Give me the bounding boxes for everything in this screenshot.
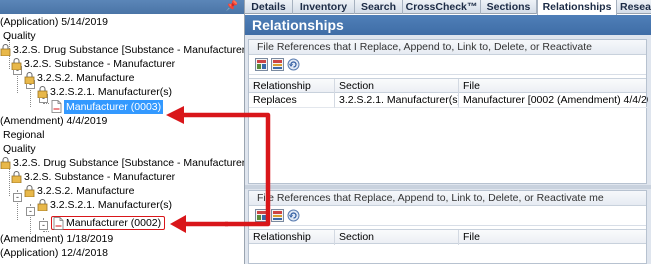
- panel-title: Relationships: [245, 15, 651, 35]
- tree-node-label: 3.2.S.2. Manufacture: [37, 72, 135, 84]
- tab-crosscheck[interactable]: CrossCheck™: [403, 0, 481, 14]
- tree-pane-header: 📌: [0, 0, 244, 14]
- lock-folder-icon: [37, 86, 48, 98]
- tab-research[interactable]: Resea: [617, 0, 651, 14]
- tree-node-module[interactable]: Quality: [3, 142, 36, 156]
- grid-header: Relationship Section File: [249, 229, 648, 245]
- relationship-cell: Replaces: [249, 93, 335, 108]
- tree-node-label: Manufacturer (0003): [62, 99, 165, 115]
- pin-icon[interactable]: 📌: [226, 1, 238, 13]
- incoming-references-section: File References that Replace, Append to,…: [248, 190, 647, 264]
- add-icon[interactable]: [255, 209, 268, 222]
- tree-node-label: (Application) 12/4/2018: [0, 247, 108, 259]
- tree-node-sequence[interactable]: (Application) 12/4/2018: [0, 246, 108, 260]
- tab-details[interactable]: Details: [245, 0, 293, 14]
- tree-node-label: 3.2.S. Drug Substance [Substance - Manuf…: [13, 44, 245, 56]
- tree-node-manufacturer-0002[interactable]: Manufacturer (0002): [51, 216, 166, 230]
- pane-splitter[interactable]: [245, 185, 651, 189]
- tree-node-manufacturers[interactable]: 3.2.S.2.1. Manufacturer(s): [37, 198, 172, 212]
- lock-folder-icon: [24, 185, 35, 197]
- tree-node-substance[interactable]: 3.2.S. Substance - Manufacturer: [11, 57, 175, 71]
- grid-icon[interactable]: [271, 58, 284, 71]
- tree-node-label: 3.2.S. Drug Substance [Substance - Manuf…: [13, 157, 245, 169]
- tree-node-sequence[interactable]: (Application) 5/14/2019: [0, 15, 108, 29]
- lock-folder-icon: [0, 44, 11, 56]
- tab-inventory[interactable]: Inventory: [293, 0, 355, 14]
- section-heading: File References that I Replace, Append t…: [249, 40, 646, 55]
- column-header[interactable]: Relationship: [249, 79, 335, 94]
- collapse-toggle[interactable]: -: [26, 207, 35, 216]
- tree-node-label: 3.2.S. Substance - Manufacturer: [24, 171, 176, 183]
- column-header[interactable]: Section: [335, 79, 459, 94]
- references-grid: Relationship Section File Replaces 3.2.S…: [249, 78, 648, 108]
- tree-node-label: (Application) 5/14/2019: [0, 16, 108, 28]
- column-header[interactable]: File: [459, 79, 648, 94]
- column-header[interactable]: Relationship: [249, 230, 335, 245]
- tree-node-module[interactable]: Regional: [3, 128, 44, 142]
- tree-node-manufacture[interactable]: 3.2.S.2. Manufacture: [24, 184, 134, 198]
- tree-node-label: Quality: [3, 143, 36, 155]
- tree-node-label: (Amendment) 1/18/2019: [0, 233, 114, 245]
- document-icon: [51, 100, 62, 113]
- tab-bar: Details Inventory Search CrossCheck™ Sec…: [245, 0, 651, 15]
- column-header[interactable]: File: [459, 230, 648, 245]
- section-cell: 3.2.S.2.1. Manufacturer(s): [335, 93, 459, 108]
- collapse-toggle[interactable]: -: [13, 193, 22, 202]
- tree-node-drug-substance[interactable]: 3.2.S. Drug Substance [Substance - Manuf…: [0, 43, 245, 57]
- table-row[interactable]: Replaces 3.2.S.2.1. Manufacturer(s) Manu…: [249, 93, 648, 108]
- outgoing-references-section: File References that I Replace, Append t…: [248, 39, 648, 184]
- tree-node-substance[interactable]: 3.2.S. Substance - Manufacturer: [11, 170, 175, 184]
- grid-header: Relationship Section File: [249, 78, 648, 94]
- tree-node-manufacturers[interactable]: 3.2.S.2.1. Manufacturer(s): [37, 85, 172, 99]
- tree-node-label: Quality: [3, 30, 36, 42]
- lock-folder-icon: [11, 171, 22, 183]
- document-icon: [53, 217, 64, 230]
- tree-node-sequence[interactable]: (Amendment) 1/18/2019: [0, 232, 113, 246]
- file-cell: Manufacturer [0002 (Amendment) 4/4/2019]: [459, 93, 648, 108]
- tree-node-manufacturer-0003[interactable]: Manufacturer (0003): [51, 99, 165, 115]
- lock-folder-icon: [11, 58, 22, 70]
- references-grid: Relationship Section File: [249, 229, 648, 245]
- collapse-toggle[interactable]: -: [39, 221, 48, 230]
- add-icon[interactable]: [255, 58, 268, 71]
- refresh-icon[interactable]: [287, 58, 300, 71]
- refresh-icon[interactable]: [287, 209, 300, 222]
- tree-node-label: (Amendment) 4/4/2019: [0, 115, 108, 127]
- tab-sections[interactable]: Sections: [481, 0, 537, 14]
- tree-node-module[interactable]: Quality: [3, 29, 36, 43]
- lock-folder-icon: [24, 72, 35, 84]
- toolbar: [249, 55, 646, 75]
- toolbar: [249, 206, 646, 226]
- tree-node-label: 3.2.S.2.1. Manufacturer(s): [50, 199, 172, 211]
- column-header[interactable]: Section: [335, 230, 459, 245]
- tree-node-label: 3.2.S.2.1. Manufacturer(s): [50, 86, 172, 98]
- tree-node-label: 3.2.S. Substance - Manufacturer: [24, 58, 176, 70]
- tab-relationships[interactable]: Relationships: [537, 0, 617, 15]
- tree-node-label: Manufacturer (0002): [66, 217, 162, 229]
- tree-node-sequence[interactable]: (Amendment) 4/4/2019: [0, 114, 107, 128]
- tree-node-label: Regional: [3, 129, 45, 141]
- tree-node-manufacture[interactable]: 3.2.S.2. Manufacture: [24, 71, 134, 85]
- tree-node-label: 3.2.S.2. Manufacture: [37, 185, 135, 197]
- lock-folder-icon: [37, 199, 48, 211]
- relationships-panel: File References that I Replace, Append t…: [245, 35, 651, 264]
- section-heading: File References that Replace, Append to,…: [249, 191, 646, 206]
- grid-icon[interactable]: [271, 209, 284, 222]
- tab-search[interactable]: Search: [355, 0, 403, 14]
- lock-folder-icon: [0, 157, 11, 169]
- tree-node-drug-substance[interactable]: 3.2.S. Drug Substance [Substance - Manuf…: [0, 156, 245, 170]
- navigation-tree-pane: 📌 - - - - - - (Application) 5/14/2019 Qu…: [0, 0, 245, 264]
